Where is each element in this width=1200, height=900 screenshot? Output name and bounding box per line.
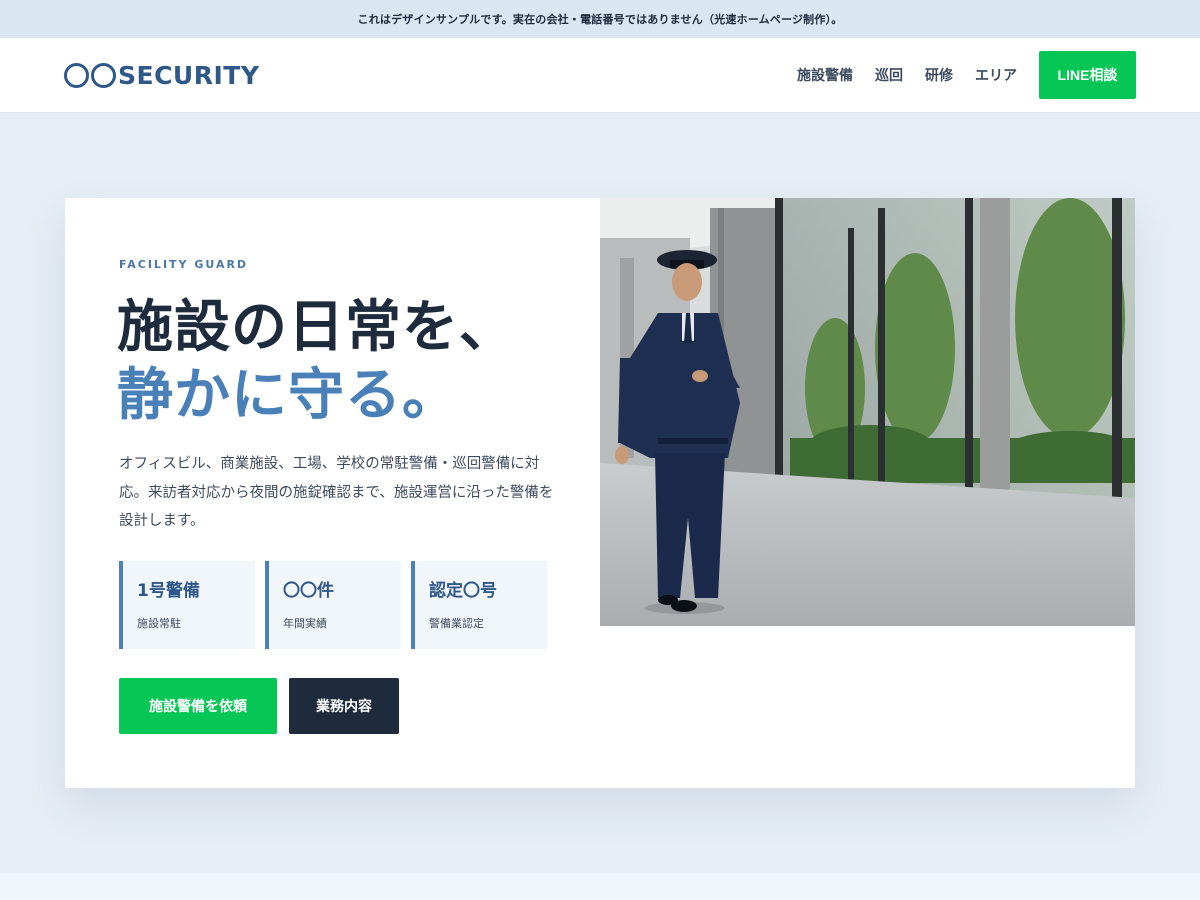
next-section-band [0,873,1200,900]
nav-link-patrol[interactable]: 巡回 [875,65,903,85]
nav-link-area[interactable]: エリア [975,65,1017,85]
demo-notice-text: これはデザインサンプルです。実在の会社・電話番号ではありません（光速ホームページ… [357,13,843,26]
stats-row: 1号警備 施設常駐 〇〇件 年間実績 認定〇号 警備業認定 [119,561,547,649]
stat-label: 施設常駐 [137,617,181,630]
stat-label: 年間実績 [283,617,327,630]
nav-link-facility[interactable]: 施設警備 [797,65,853,85]
stat-label: 警備業認定 [429,617,484,630]
demo-notice-bar: これはデザインサンプルです。実在の会社・電話番号ではありません（光速ホームページ… [0,0,1200,38]
logo-text: SECURITY [118,60,260,90]
site-logo[interactable]: SECURITY [64,60,259,90]
stat-value: 認定〇号 [429,581,497,601]
stat-card: 〇〇件 年間実績 [265,561,401,649]
stat-value: 〇〇件 [283,581,334,601]
request-facility-guard-button[interactable]: 施設警備を依頼 [119,678,277,734]
logo-circles-icon [64,62,116,88]
main-nav: 施設警備 巡回 研修 エリア LINE相談 [797,51,1136,99]
hero-headline: 施設の日常を、 静かに守る。 [117,294,577,430]
site-header: SECURITY 施設警備 巡回 研修 エリア LINE相談 [0,38,1200,113]
stat-card: 1号警備 施設常駐 [119,561,255,649]
stat-card: 認定〇号 警備業認定 [411,561,547,649]
hero-eyebrow: FACILITY GUARD [119,258,249,271]
nav-link-training[interactable]: 研修 [925,65,953,85]
hero-headline-line2: 静かに守る。 [117,363,459,428]
line-consult-button[interactable]: LINE相談 [1039,51,1136,99]
stat-value: 1号警備 [137,581,200,601]
hero-lead: オフィスビル、商業施設、工場、学校の常駐警備・巡回警備に対応。来訪者対応から夜間… [119,456,554,529]
cta-row: 施設警備を依頼 業務内容 [119,678,399,734]
hero-headline-line1: 施設の日常を、 [117,295,516,360]
hero-card: FACILITY GUARD 施設の日常を、 静かに守る。 オフィスビル、商業施… [65,198,1135,788]
security-guard-photo [600,198,1135,626]
services-button[interactable]: 業務内容 [289,678,399,734]
